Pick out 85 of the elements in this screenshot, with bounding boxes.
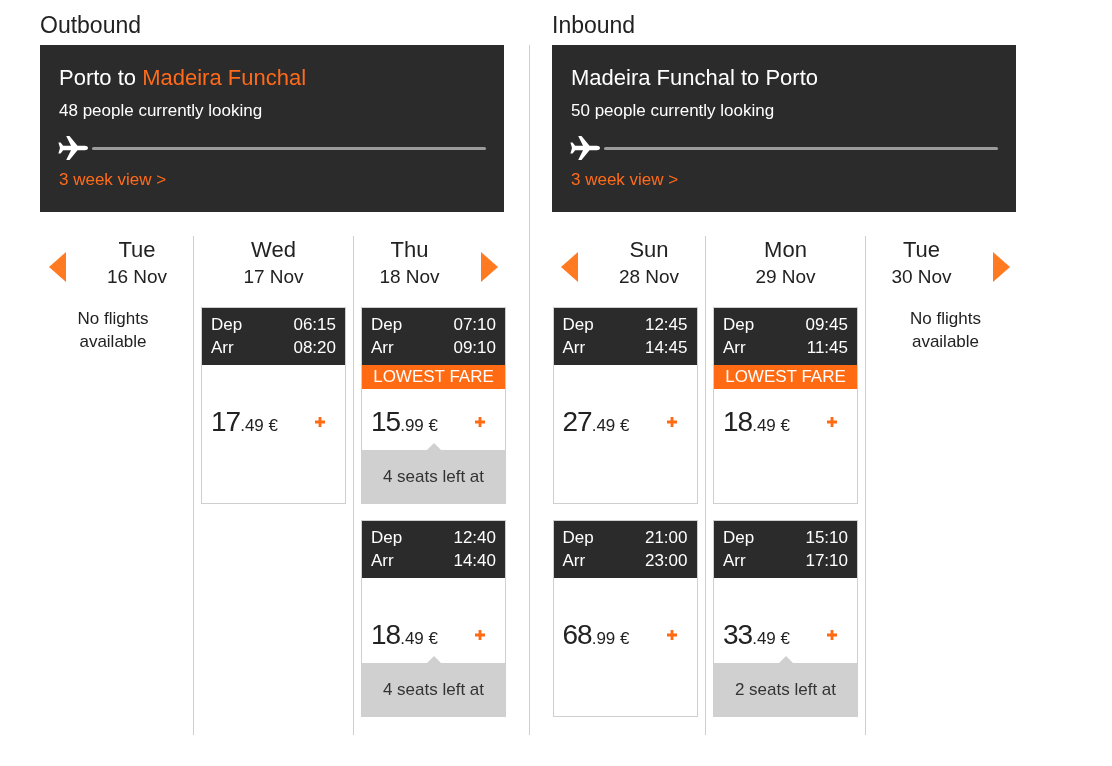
departure-label: Dep — [371, 314, 403, 336]
plane-icon — [57, 135, 89, 161]
departure-label: Dep — [211, 314, 243, 336]
arrival-label: Arr — [562, 550, 586, 572]
day-date: 28 Nov — [618, 265, 680, 289]
left-triangle-icon[interactable] — [48, 252, 66, 282]
price-text: 18.49 € — [723, 406, 790, 439]
route-title: Madeira Funchal to Porto — [571, 64, 819, 92]
arrival-label: Arr — [371, 337, 394, 359]
price-text: 18.49 € — [371, 619, 438, 652]
plus-icon[interactable] — [666, 630, 677, 640]
flight-card[interactable]: Dep 21:00 Arr 23:00 68.99 € — [552, 520, 698, 717]
people-looking-text: 50 people currently looking — [571, 100, 775, 122]
departure-time: 12:40 — [453, 527, 496, 549]
departure-time: 21:00 — [644, 527, 688, 549]
route-title: Porto to Madeira Funchal — [59, 64, 307, 92]
plus-icon[interactable] — [315, 417, 325, 427]
lowest-fare-badge: LOWEST FARE — [362, 365, 505, 389]
day-date: 17 Nov — [243, 265, 304, 289]
day-name: Mon — [764, 237, 807, 263]
arrival-time: 23:00 — [644, 550, 688, 572]
flight-card[interactable]: Dep 12:40 Arr 14:40 18.49 € 4 seats left at — [361, 520, 506, 717]
seats-left-banner: 4 seats left at — [362, 450, 505, 503]
arrival-time: 08:20 — [293, 337, 336, 359]
arrival-label: Arr — [562, 337, 586, 359]
day-date: 30 Nov — [891, 265, 952, 289]
flight-card[interactable]: Dep 12:45 Arr 14:45 27.49 € — [552, 307, 698, 504]
departure-time: 15:10 — [805, 527, 848, 549]
departure-time: 07:10 — [453, 314, 496, 336]
arrival-time: 09:10 — [453, 337, 496, 359]
right-triangle-icon[interactable] — [992, 252, 1010, 282]
left-triangle-icon[interactable] — [560, 252, 578, 282]
arrival-time: 14:45 — [644, 337, 688, 359]
price-text: 17.49 € — [211, 406, 278, 439]
arrival-time: 11:45 — [806, 337, 848, 359]
day-date: 16 Nov — [106, 265, 168, 289]
three-week-view-link[interactable]: 3 week view > — [571, 169, 679, 191]
plus-icon[interactable] — [666, 417, 677, 427]
flight-card[interactable]: Dep 06:15 Arr 08:20 17.49 € — [201, 307, 346, 504]
seats-left-banner: 4 seats left at — [362, 663, 505, 716]
no-flights-text: No flights available — [909, 308, 982, 353]
departure-time: 09:45 — [805, 314, 848, 336]
plus-icon[interactable] — [475, 630, 485, 640]
day-name: Thu — [390, 237, 429, 263]
no-flights-text: No flights available — [76, 308, 150, 353]
departure-label: Dep — [562, 527, 594, 549]
section-heading: Inbound — [552, 11, 636, 40]
plus-icon[interactable] — [475, 417, 485, 427]
seats-left-banner: 2 seats left at — [714, 663, 857, 716]
price-text: 33.49 € — [723, 619, 790, 652]
section-heading: Outbound — [40, 11, 142, 40]
lowest-fare-badge: LOWEST FARE — [714, 365, 857, 389]
price-text: 27.49 € — [562, 406, 630, 439]
departure-time: 12:45 — [644, 314, 688, 336]
price-text: 15.99 € — [371, 406, 438, 439]
plane-icon — [569, 135, 601, 161]
departure-label: Dep — [371, 527, 403, 549]
notch-icon — [426, 443, 441, 450]
three-week-view-link[interactable]: 3 week view > — [59, 169, 167, 191]
day-name: Tue — [902, 237, 941, 263]
plus-icon[interactable] — [827, 630, 837, 640]
departure-time: 06:15 — [293, 314, 336, 336]
day-date: 29 Nov — [755, 265, 816, 289]
arrival-time: 17:10 — [805, 550, 848, 572]
arrival-label: Arr — [723, 550, 746, 572]
flight-card[interactable]: Dep 15:10 Arr 17:10 33.49 € 2 seats left at — [713, 520, 858, 717]
right-triangle-icon[interactable] — [480, 252, 498, 282]
day-name: Sun — [629, 237, 669, 263]
people-looking-text: 48 people currently looking — [59, 100, 263, 122]
day-date: 18 Nov — [379, 265, 440, 289]
notch-icon — [778, 656, 793, 663]
plus-icon[interactable] — [827, 417, 837, 427]
departure-label: Dep — [723, 314, 755, 336]
price-text: 68.99 € — [562, 619, 630, 652]
arrival-time: 14:40 — [453, 550, 496, 572]
arrival-label: Arr — [211, 337, 234, 359]
departure-label: Dep — [562, 314, 594, 336]
notch-icon — [426, 656, 441, 663]
flight-card[interactable]: Dep 07:10 Arr 09:10 LOWEST FARE 15.99 € 4 seats left at — [361, 307, 506, 504]
day-name: Tue — [118, 237, 156, 263]
flight-card[interactable]: Dep 09:45 Arr 11:45 LOWEST FARE 18.49 € — [713, 307, 858, 504]
arrival-label: Arr — [723, 337, 746, 359]
departure-label: Dep — [723, 527, 755, 549]
arrival-label: Arr — [371, 550, 394, 572]
day-name: Wed — [251, 237, 296, 263]
